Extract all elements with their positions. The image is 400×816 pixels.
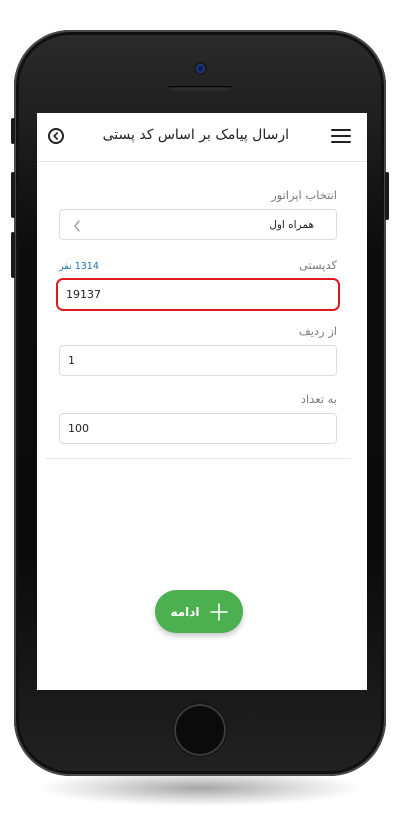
home-button[interactable]: [176, 706, 224, 754]
front-camera: [196, 64, 205, 73]
continue-button[interactable]: ادامه: [155, 590, 243, 633]
postal-code-label: کدپستی: [298, 258, 337, 272]
quantity-input[interactable]: [60, 414, 336, 443]
operator-label: انتخاب اپراتور: [271, 188, 337, 202]
continue-label: ادامه: [170, 604, 200, 619]
operator-selected-value: همراه اول: [269, 219, 314, 231]
from-row-input[interactable]: [60, 346, 336, 375]
volume-up-button: [11, 172, 15, 218]
chevron-left-icon: [72, 218, 82, 237]
earpiece-speaker: [168, 86, 232, 91]
postal-code-input[interactable]: [58, 280, 338, 309]
postal-code-field[interactable]: [56, 278, 340, 311]
quantity-field[interactable]: [59, 413, 337, 444]
volume-down-button: [11, 232, 15, 278]
recipient-count: 1314 نفر: [59, 261, 99, 272]
app-bar: ارسال پیامک بر اساس کد پستی: [37, 113, 367, 162]
operator-select[interactable]: همراه اول: [59, 209, 337, 240]
from-row-field[interactable]: [59, 345, 337, 376]
page-title: ارسال پیامک بر اساس کد پستی: [102, 127, 289, 143]
mute-switch: [11, 118, 15, 144]
form-divider: [45, 458, 351, 459]
quantity-label: به تعداد: [300, 392, 337, 406]
app-screen: ارسال پیامک بر اساس کد پستی انتخاب اپرات…: [37, 113, 367, 690]
plus-icon: [209, 602, 228, 621]
from-row-label: از ردیف: [298, 324, 337, 338]
back-arrow-circle-icon[interactable]: [48, 128, 64, 144]
power-button: [385, 172, 389, 220]
hamburger-menu-icon[interactable]: [331, 129, 351, 144]
